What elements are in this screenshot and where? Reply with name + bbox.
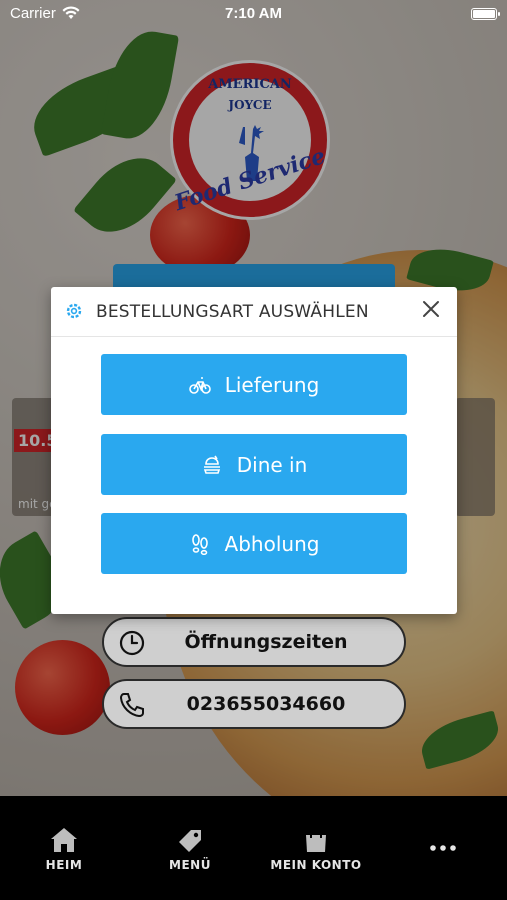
phone-icon bbox=[119, 693, 144, 718]
dine-in-option-label: Dine in bbox=[236, 452, 308, 477]
opening-hours-button[interactable]: Öffnungszeiten bbox=[102, 617, 406, 667]
tab-more[interactable] bbox=[418, 796, 468, 900]
phone-number-label: 023655034660 bbox=[186, 693, 346, 715]
bottom-tab-bar: HEIM MENÜ MEIN KONTO bbox=[0, 796, 507, 900]
dine-in-option-button[interactable]: Dine in bbox=[101, 434, 407, 495]
home-icon bbox=[51, 828, 77, 852]
order-type-dialog: BESTELLUNGSART AUSWÄHLEN Lieferung Dine … bbox=[51, 287, 457, 614]
food-icon bbox=[203, 455, 220, 474]
status-bar: Carrier 7:10 AM bbox=[0, 0, 507, 28]
bag-icon bbox=[306, 829, 326, 852]
battery-icon bbox=[471, 8, 500, 20]
tab-home-label: HEIM bbox=[45, 858, 83, 872]
tab-home[interactable]: HEIM bbox=[34, 796, 94, 900]
opening-hours-label: Öffnungszeiten bbox=[184, 631, 348, 653]
delivery-option-button[interactable]: Lieferung bbox=[101, 354, 407, 415]
dialog-header: BESTELLUNGSART AUSWÄHLEN bbox=[51, 287, 457, 337]
close-icon[interactable] bbox=[419, 297, 443, 321]
tab-account-label: MEIN KONTO bbox=[270, 858, 362, 872]
more-icon bbox=[430, 845, 456, 851]
dialog-title: BESTELLUNGSART AUSWÄHLEN bbox=[96, 302, 369, 322]
gear-icon bbox=[66, 303, 82, 319]
tab-menu-label: MENÜ bbox=[169, 858, 211, 872]
footprints-icon bbox=[191, 533, 208, 555]
phone-button[interactable]: 023655034660 bbox=[102, 679, 406, 729]
bike-icon bbox=[188, 376, 211, 394]
pickup-option-button[interactable]: Abholung bbox=[101, 513, 407, 574]
clock: 7:10 AM bbox=[225, 5, 282, 22]
tag-icon bbox=[179, 830, 201, 852]
clock-icon bbox=[119, 630, 145, 656]
delivery-option-label: Lieferung bbox=[224, 372, 320, 397]
tab-account[interactable]: MEIN KONTO bbox=[266, 796, 366, 900]
tab-menu[interactable]: MENÜ bbox=[160, 796, 220, 900]
pickup-option-label: Abholung bbox=[224, 531, 320, 556]
